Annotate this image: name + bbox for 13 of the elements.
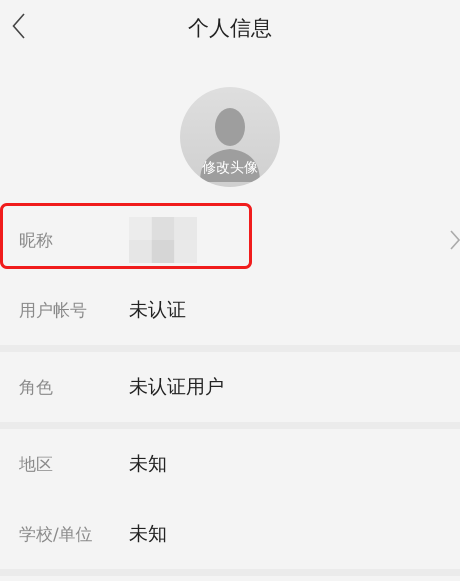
row-label: 角色: [18, 376, 54, 398]
row-value: 未知: [129, 522, 167, 547]
row-value: 未认证用户: [129, 375, 224, 400]
row-label: 地区: [18, 454, 54, 476]
avatar-button[interactable]: 修改头像: [180, 87, 280, 187]
row-value: 未认证: [129, 298, 186, 323]
back-icon: [12, 13, 24, 39]
row-label: 昵称: [18, 230, 54, 252]
row-value: 未知: [129, 452, 167, 477]
blurred-value: [129, 217, 197, 263]
row-label: 用户帐号: [18, 300, 88, 322]
page-title: 个人信息: [188, 14, 272, 42]
row-label: 学校/单位: [18, 524, 94, 546]
